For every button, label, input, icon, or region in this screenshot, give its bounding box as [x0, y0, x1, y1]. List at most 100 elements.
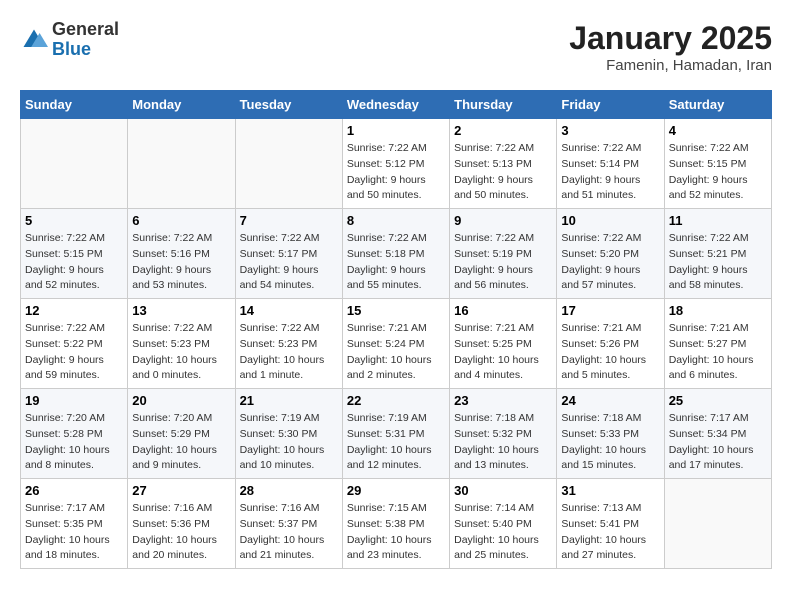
calendar-cell: 13Sunrise: 7:22 AMSunset: 5:23 PMDayligh… — [128, 299, 235, 389]
day-detail: Sunrise: 7:22 AMSunset: 5:12 PMDaylight:… — [347, 141, 445, 204]
header-thursday: Thursday — [450, 91, 557, 119]
calendar-cell: 18 Sunrise: 7:21 AMSunset: 5:27 PMDayligh… — [664, 299, 771, 389]
day-detail: Sunrise: 7:21 AMSunset: 5:27 PMDaylight:… — [669, 321, 767, 384]
week-row-1: 1 Sunrise: 7:22 AMSunset: 5:12 PMDaylight… — [21, 119, 772, 209]
logo-text: General Blue — [52, 20, 119, 60]
day-number: 5 — [25, 213, 123, 228]
day-number: 14 — [240, 303, 338, 318]
calendar-cell: 21 Sunrise: 7:19 AMSunset: 5:30 PMDayligh… — [235, 389, 342, 479]
day-detail: Sunrise: 7:22 AMSunset: 5:15 PMDaylight:… — [25, 231, 123, 294]
day-number: 22 — [347, 393, 445, 408]
day-number: 23 — [454, 393, 552, 408]
day-detail: Sunrise: 7:14 AMSunset: 5:40 PMDaylight:… — [454, 501, 552, 564]
calendar-cell: 11Sunrise: 7:22 AMSunset: 5:21 PMDayligh… — [664, 209, 771, 299]
day-number: 16 — [454, 303, 552, 318]
day-detail: Sunrise: 7:22 AMSunset: 5:15 PMDaylight:… — [669, 141, 767, 204]
day-number: 19 — [25, 393, 123, 408]
day-detail: Sunrise: 7:19 AMSunset: 5:30 PMDaylight:… — [240, 411, 338, 474]
day-detail: Sunrise: 7:22 AMSunset: 5:17 PMDaylight:… — [240, 231, 338, 294]
calendar-cell: 16 Sunrise: 7:21 AMSunset: 5:25 PMDayligh… — [450, 299, 557, 389]
header-tuesday: Tuesday — [235, 91, 342, 119]
day-detail: Sunrise: 7:15 AMSunset: 5:38 PMDaylight:… — [347, 501, 445, 564]
week-row-5: 26 Sunrise: 7:17 AMSunset: 5:35 PMDayligh… — [21, 479, 772, 569]
calendar-cell: 20 Sunrise: 7:20 AMSunset: 5:29 PMDayligh… — [128, 389, 235, 479]
calendar-cell: 19 Sunrise: 7:20 AMSunset: 5:28 PMDayligh… — [21, 389, 128, 479]
day-number: 20 — [132, 393, 230, 408]
calendar-cell: 23 Sunrise: 7:18 AMSunset: 5:32 PMDayligh… — [450, 389, 557, 479]
day-detail: Sunrise: 7:18 AMSunset: 5:32 PMDaylight:… — [454, 411, 552, 474]
day-detail: Sunrise: 7:21 AMSunset: 5:25 PMDaylight:… — [454, 321, 552, 384]
week-row-2: 5 Sunrise: 7:22 AMSunset: 5:15 PMDaylight… — [21, 209, 772, 299]
day-number: 11 — [669, 213, 767, 228]
day-number: 24 — [561, 393, 659, 408]
calendar-cell: 12Sunrise: 7:22 AMSunset: 5:22 PMDayligh… — [21, 299, 128, 389]
day-number: 27 — [132, 483, 230, 498]
calendar-cell: 15 Sunrise: 7:21 AMSunset: 5:24 PMDayligh… — [342, 299, 449, 389]
calendar-cell — [21, 119, 128, 209]
calendar-header-row: SundayMondayTuesdayWednesdayThursdayFrid… — [21, 91, 772, 119]
day-number: 29 — [347, 483, 445, 498]
day-number: 30 — [454, 483, 552, 498]
calendar-cell: 1 Sunrise: 7:22 AMSunset: 5:12 PMDaylight… — [342, 119, 449, 209]
calendar-cell: 2Sunrise: 7:22 AMSunset: 5:13 PMDaylight… — [450, 119, 557, 209]
calendar-cell: 14Sunrise: 7:22 AMSunset: 5:23 PMDayligh… — [235, 299, 342, 389]
day-detail: Sunrise: 7:22 AMSunset: 5:23 PMDaylight:… — [132, 321, 230, 384]
day-number: 25 — [669, 393, 767, 408]
calendar-cell: 29 Sunrise: 7:15 AMSunset: 5:38 PMDayligh… — [342, 479, 449, 569]
calendar-cell: 27Sunrise: 7:16 AMSunset: 5:36 PMDayligh… — [128, 479, 235, 569]
day-number: 26 — [25, 483, 123, 498]
calendar-cell — [128, 119, 235, 209]
day-number: 15 — [347, 303, 445, 318]
logo-icon — [20, 26, 48, 54]
logo: General Blue — [20, 20, 119, 60]
day-number: 9 — [454, 213, 552, 228]
calendar-cell: 24Sunrise: 7:18 AMSunset: 5:33 PMDayligh… — [557, 389, 664, 479]
day-number: 31 — [561, 483, 659, 498]
calendar-cell: 5 Sunrise: 7:22 AMSunset: 5:15 PMDaylight… — [21, 209, 128, 299]
calendar-cell: 26 Sunrise: 7:17 AMSunset: 5:35 PMDayligh… — [21, 479, 128, 569]
calendar-cell — [664, 479, 771, 569]
header-wednesday: Wednesday — [342, 91, 449, 119]
calendar-cell: 6Sunrise: 7:22 AMSunset: 5:16 PMDaylight… — [128, 209, 235, 299]
day-number: 18 — [669, 303, 767, 318]
day-number: 21 — [240, 393, 338, 408]
day-detail: Sunrise: 7:21 AMSunset: 5:26 PMDaylight:… — [561, 321, 659, 384]
day-detail: Sunrise: 7:22 AMSunset: 5:19 PMDaylight:… — [454, 231, 552, 294]
day-number: 8 — [347, 213, 445, 228]
week-row-4: 19 Sunrise: 7:20 AMSunset: 5:28 PMDayligh… — [21, 389, 772, 479]
page-header: General Blue January 2025 Famenin, Hamad… — [20, 20, 772, 74]
day-detail: Sunrise: 7:19 AMSunset: 5:31 PMDaylight:… — [347, 411, 445, 474]
day-detail: Sunrise: 7:13 AMSunset: 5:41 PMDaylight:… — [561, 501, 659, 564]
calendar-cell: 3 Sunrise: 7:22 AMSunset: 5:14 PMDaylight… — [557, 119, 664, 209]
day-detail: Sunrise: 7:22 AMSunset: 5:20 PMDaylight:… — [561, 231, 659, 294]
calendar-cell: 25 Sunrise: 7:17 AMSunset: 5:34 PMDayligh… — [664, 389, 771, 479]
calendar-cell: 31 Sunrise: 7:13 AMSunset: 5:41 PMDayligh… — [557, 479, 664, 569]
day-detail: Sunrise: 7:20 AMSunset: 5:28 PMDaylight:… — [25, 411, 123, 474]
day-number: 4 — [669, 123, 767, 138]
header-saturday: Saturday — [664, 91, 771, 119]
calendar-cell — [235, 119, 342, 209]
day-detail: Sunrise: 7:17 AMSunset: 5:35 PMDaylight:… — [25, 501, 123, 564]
day-detail: Sunrise: 7:17 AMSunset: 5:34 PMDaylight:… — [669, 411, 767, 474]
calendar-cell: 17 Sunrise: 7:21 AMSunset: 5:26 PMDayligh… — [557, 299, 664, 389]
calendar-cell: 30 Sunrise: 7:14 AMSunset: 5:40 PMDayligh… — [450, 479, 557, 569]
calendar-cell: 9 Sunrise: 7:22 AMSunset: 5:19 PMDaylight… — [450, 209, 557, 299]
day-number: 17 — [561, 303, 659, 318]
calendar-cell: 22 Sunrise: 7:19 AMSunset: 5:31 PMDayligh… — [342, 389, 449, 479]
day-number: 28 — [240, 483, 338, 498]
page-title: January 2025 — [569, 20, 772, 57]
day-number: 7 — [240, 213, 338, 228]
day-number: 1 — [347, 123, 445, 138]
calendar-cell: 10 Sunrise: 7:22 AMSunset: 5:20 PMDayligh… — [557, 209, 664, 299]
day-detail: Sunrise: 7:16 AMSunset: 5:37 PMDaylight:… — [240, 501, 338, 564]
calendar-cell: 7 Sunrise: 7:22 AMSunset: 5:17 PMDaylight… — [235, 209, 342, 299]
day-number: 12 — [25, 303, 123, 318]
day-number: 10 — [561, 213, 659, 228]
header-sunday: Sunday — [21, 91, 128, 119]
day-number: 3 — [561, 123, 659, 138]
day-detail: Sunrise: 7:22 AMSunset: 5:14 PMDaylight:… — [561, 141, 659, 204]
day-detail: Sunrise: 7:21 AMSunset: 5:24 PMDaylight:… — [347, 321, 445, 384]
day-detail: Sunrise: 7:22 AMSunset: 5:16 PMDaylight:… — [132, 231, 230, 294]
day-detail: Sunrise: 7:20 AMSunset: 5:29 PMDaylight:… — [132, 411, 230, 474]
title-block: January 2025 Famenin, Hamadan, Iran — [569, 20, 772, 74]
